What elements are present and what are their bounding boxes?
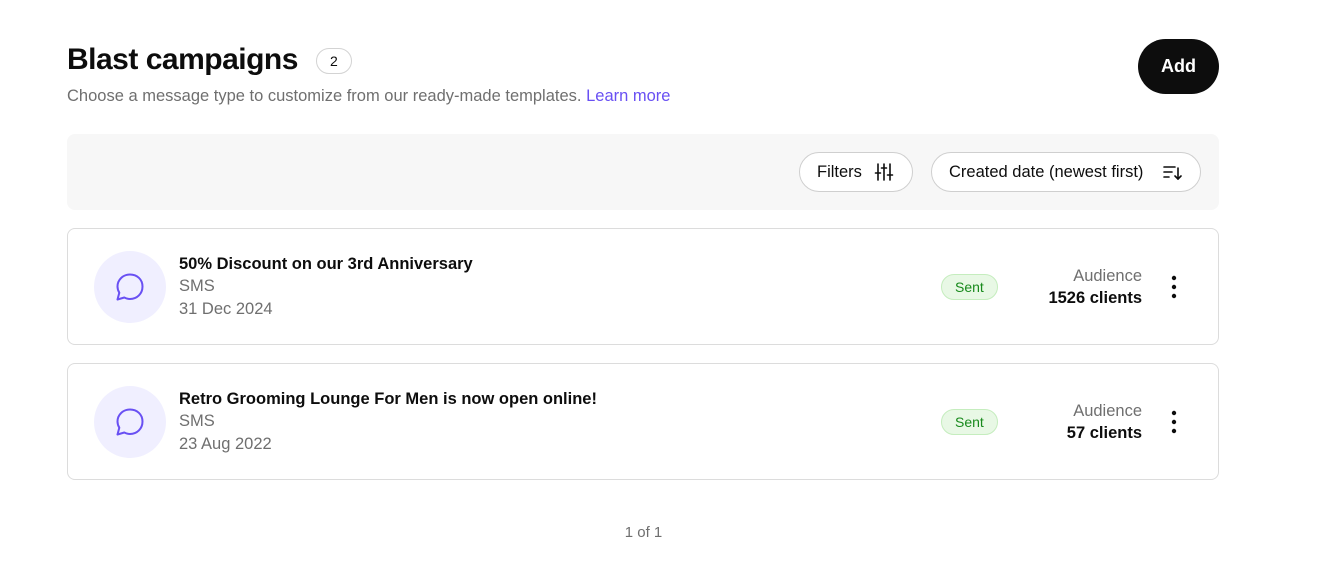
audience-info: Audience 1526 clients: [1048, 265, 1142, 309]
message-bubble-icon: [116, 408, 144, 436]
sort-button[interactable]: Created date (newest first): [931, 152, 1201, 192]
page-title: Blast campaigns: [67, 43, 298, 76]
sliders-icon: [874, 163, 894, 181]
campaign-count-badge: 2: [315, 48, 352, 74]
campaign-info: Retro Grooming Lounge For Men is now ope…: [179, 388, 597, 455]
campaign-info: 50% Discount on our 3rd Anniversary SMS …: [179, 253, 473, 320]
sort-descending-icon: [1163, 166, 1182, 180]
filters-button[interactable]: Filters: [799, 152, 913, 192]
message-bubble-icon: [116, 273, 144, 301]
more-vertical-icon: [1171, 275, 1177, 299]
campaign-type: SMS: [179, 412, 215, 430]
subtitle-text: Choose a message type to customize from …: [67, 87, 582, 105]
campaign-type: SMS: [179, 277, 215, 295]
audience-value: 1526 clients: [1048, 289, 1142, 307]
filter-toolbar: Filters Created date (newest first): [67, 134, 1219, 210]
learn-more-link[interactable]: Learn more: [586, 87, 670, 105]
more-vertical-icon: [1171, 410, 1177, 434]
campaign-avatar: [94, 386, 166, 458]
title-row: Blast campaigns 2: [67, 40, 1219, 80]
status-badge: Sent: [941, 274, 998, 300]
page-header: Blast campaigns 2 Choose a message type …: [67, 39, 1219, 110]
campaign-card[interactable]: 50% Discount on our 3rd Anniversary SMS …: [67, 228, 1219, 345]
campaign-card[interactable]: Retro Grooming Lounge For Men is now ope…: [67, 363, 1219, 480]
audience-value: 57 clients: [1066, 424, 1142, 442]
audience-label: Audience: [1073, 402, 1142, 420]
filters-label: Filters: [817, 162, 862, 181]
add-button[interactable]: Add: [1138, 39, 1219, 94]
campaign-title: 50% Discount on our 3rd Anniversary: [179, 255, 473, 273]
pagination-text: 1 of 1: [624, 524, 663, 541]
campaign-date: 23 Aug 2022: [179, 434, 272, 453]
audience-label: Audience: [1073, 267, 1142, 285]
sort-label: Created date (newest first): [949, 162, 1144, 181]
campaign-title: Retro Grooming Lounge For Men is now ope…: [179, 390, 597, 408]
audience-info: Audience 57 clients: [1067, 400, 1142, 444]
page-subtitle: Choose a message type to customize from …: [67, 86, 1219, 106]
campaign-avatar: [94, 251, 166, 323]
campaign-date: 31 Dec 2024: [179, 299, 273, 318]
status-badge: Sent: [941, 409, 998, 435]
more-options-button[interactable]: [1158, 406, 1190, 438]
more-options-button[interactable]: [1158, 271, 1190, 303]
